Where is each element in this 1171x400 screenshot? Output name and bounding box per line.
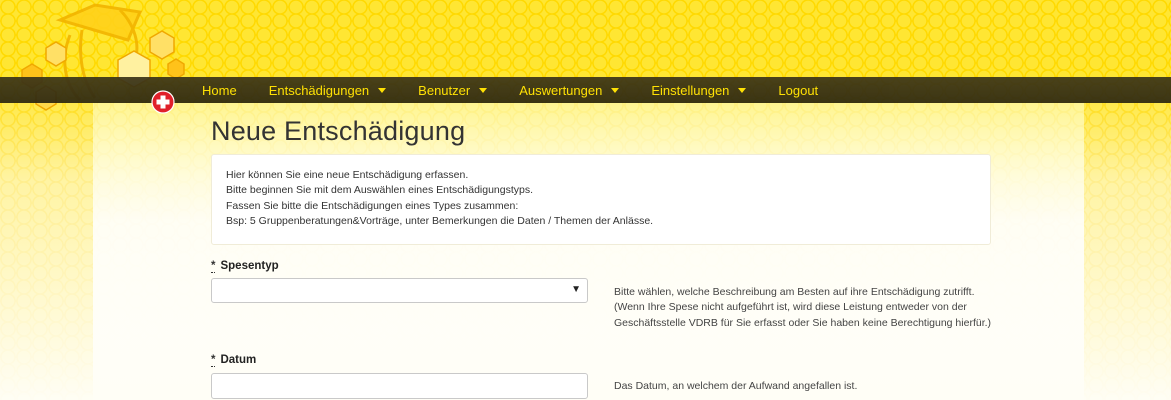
- info-line: Hier können Sie eine neue Entschädigung …: [226, 169, 469, 181]
- nav-home[interactable]: Home: [186, 83, 253, 98]
- info-line: Bitte beginnen Sie mit dem Auswählen ein…: [226, 184, 534, 197]
- datum-label: * Datum: [211, 354, 257, 367]
- caret-down-icon: [479, 87, 488, 93]
- nav-home-label: Home: [202, 82, 237, 98]
- datum-label-text: Datum: [220, 354, 257, 366]
- datum-input[interactable]: [211, 373, 588, 399]
- nav-logout-label: Logout: [778, 82, 819, 98]
- nav-einstellungen[interactable]: Einstellungen: [635, 83, 762, 98]
- nav-logout[interactable]: Logout: [762, 83, 834, 98]
- spesentyp-help: Bitte wählen, welche Beschreibung am Bes…: [614, 285, 991, 331]
- datum-help: Das Datum, an welchem der Aufwand angefa…: [614, 379, 857, 394]
- info-box: Hier können Sie eine neue Entschädigung …: [211, 154, 991, 245]
- info-line: Fassen Sie bitte die Entschädigungen ein…: [226, 199, 519, 212]
- spesentyp-select[interactable]: ▼: [211, 278, 588, 303]
- nav-auswertungen-label: Auswertungen: [519, 82, 603, 98]
- info-line: Bsp: 5 Gruppenberatungen&Vorträge, unter…: [226, 215, 654, 228]
- nav-benutzer-label: Benutzer: [418, 82, 471, 98]
- swiss-cross-icon: [151, 90, 175, 114]
- help-line: Bitte wählen, welche Beschreibung am Bes…: [614, 286, 975, 298]
- nav-auswertungen[interactable]: Auswertungen: [503, 83, 635, 98]
- spesentyp-label: * Spesentyp: [211, 260, 279, 273]
- nav-menu: Home Entschädigungen Benutzer Auswertung…: [186, 77, 834, 103]
- nav-einstellungen-label: Einstellungen: [651, 82, 730, 98]
- nav-entschaedigungen[interactable]: Entschädigungen: [253, 83, 402, 98]
- page-title: Neue Entschädigung: [211, 116, 466, 146]
- nav-entschaedigungen-label: Entschädigungen: [268, 82, 370, 98]
- caret-down-icon: [611, 87, 620, 93]
- select-arrow-icon: ▼: [571, 284, 581, 295]
- help-line: Das Datum, an welchem der Aufwand angefa…: [614, 380, 858, 392]
- required-marker: *: [211, 260, 216, 273]
- caret-down-icon: [738, 87, 747, 93]
- help-line: (Wenn Ihre Spese nicht aufgeführt ist, w…: [614, 301, 967, 314]
- caret-down-icon: [378, 87, 387, 93]
- required-marker: *: [211, 354, 216, 367]
- help-line: Geschäftsstelle VDRB für Sie erfasst ode…: [614, 316, 992, 329]
- nav-benutzer[interactable]: Benutzer: [402, 83, 503, 98]
- main-navbar: Home Entschädigungen Benutzer Auswertung…: [0, 77, 1171, 103]
- spesentyp-label-text: Spesentyp: [220, 260, 279, 272]
